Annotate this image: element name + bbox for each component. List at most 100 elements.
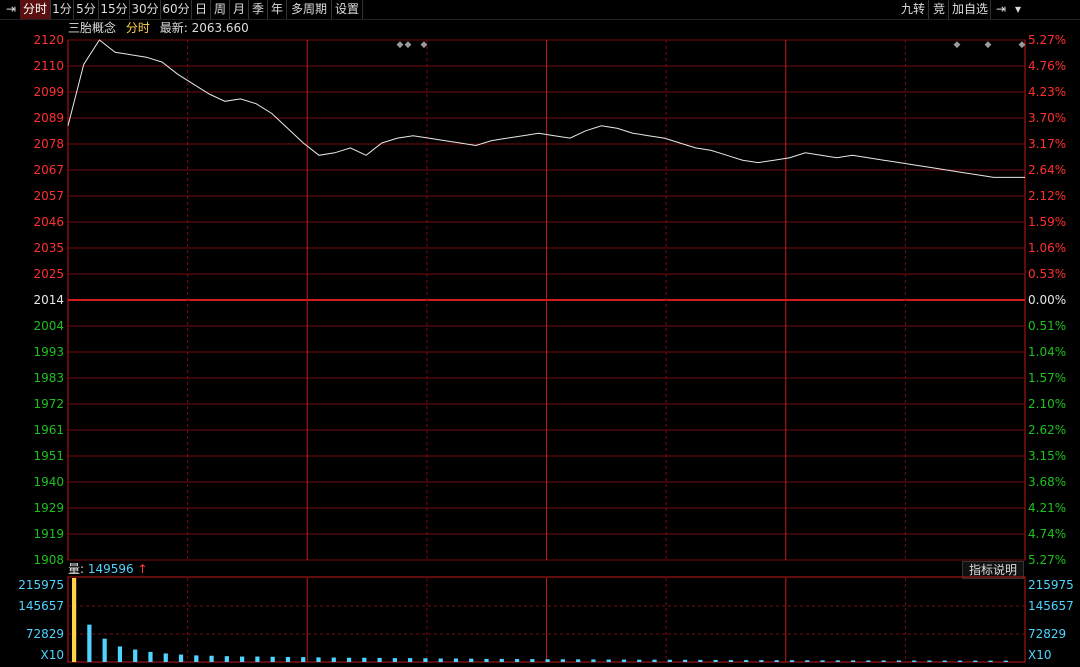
price-tick-17: 1940	[33, 475, 64, 489]
pct-tick-15: 2.62%	[1028, 423, 1067, 437]
price-tick-12: 1993	[33, 345, 64, 359]
volume-tick-left-0: 215975	[18, 578, 64, 592]
intraday-chart[interactable]: ◆ ◆ ◆ ◆ ◆ ◆	[0, 0, 1080, 667]
volume-bar-42	[713, 659, 718, 662]
pct-tick-6: 2.12%	[1028, 189, 1067, 203]
volume-bar-6	[163, 653, 168, 662]
volume-bar-51	[850, 660, 856, 662]
price-tick-5: 2067	[33, 163, 64, 177]
volume-bar-11	[240, 656, 245, 662]
volume-bar-59	[973, 660, 978, 662]
pct-tick-8: 1.06%	[1028, 241, 1067, 255]
volume-bar-26	[469, 658, 474, 662]
volume-bar-33	[576, 659, 581, 662]
price-tick-16: 1951	[33, 449, 64, 463]
volume-bar-23	[423, 658, 428, 662]
event-marker-b-1: ◆	[985, 40, 992, 50]
volume-bar-36	[621, 659, 627, 662]
pct-tick-1: 4.76%	[1028, 59, 1067, 73]
volume-bar-52	[866, 660, 871, 662]
volume-bar-46	[774, 660, 779, 662]
volume-bar-30	[530, 659, 535, 662]
price-tick-18: 1929	[33, 501, 64, 515]
volume-bar-37	[637, 659, 642, 662]
volume-bar-53	[881, 660, 886, 662]
volume-multiplier-left: X10	[40, 648, 65, 662]
price-tick-2: 2099	[33, 85, 64, 99]
pct-tick-4: 3.17%	[1028, 137, 1067, 151]
volume-bar-0	[72, 578, 77, 662]
price-tick-3: 2089	[33, 111, 64, 125]
event-marker-b-2: ◆	[1019, 40, 1026, 50]
volume-bar-43	[728, 660, 733, 662]
volume-bar-1	[87, 624, 92, 662]
volume-bar-28	[499, 658, 504, 662]
volume-bar-54	[896, 660, 902, 662]
volume-bar-8	[194, 655, 199, 662]
price-tick-19: 1919	[33, 527, 64, 541]
volume-tick-right-2: 72829	[1028, 627, 1067, 641]
event-marker-b-0: ◆	[954, 40, 961, 50]
volume-bar-21	[392, 658, 397, 662]
pct-tick-13: 1.57%	[1028, 371, 1067, 385]
volume-bar-44	[744, 660, 749, 662]
volume-bar-4	[133, 649, 138, 662]
volume-tick-right-1: 145657	[1028, 599, 1074, 613]
event-marker-0: ◆	[397, 40, 404, 50]
volume-bar-10	[224, 656, 229, 662]
volume-bar-27	[484, 658, 489, 662]
volume-bar-12	[255, 656, 260, 662]
pct-tick-11: 0.51%	[1028, 319, 1067, 333]
volume-tick-left-1: 145657	[18, 599, 64, 613]
volume-bar-40	[682, 659, 688, 662]
volume-bar-16	[316, 657, 321, 662]
volume-bar-29	[514, 659, 520, 662]
pct-tick-14: 2.10%	[1028, 397, 1067, 411]
volume-bar-45	[759, 660, 764, 662]
pct-tick-17: 3.68%	[1028, 475, 1067, 489]
volume-bar-3	[117, 646, 123, 662]
price-tick-11: 2004	[33, 319, 64, 333]
volume-bar-9	[209, 655, 214, 662]
volume-bar-35	[606, 659, 611, 662]
volume-bar-38	[652, 659, 657, 662]
pct-tick-18: 4.21%	[1028, 501, 1067, 515]
volume-bar-24	[438, 658, 443, 662]
volume-bar-50	[835, 660, 840, 662]
volume-bar-19	[362, 657, 367, 662]
volume-bar-18	[346, 657, 352, 662]
volume-bar-48	[805, 660, 810, 662]
pct-tick-12: 1.04%	[1028, 345, 1067, 359]
volume-bar-39	[667, 659, 672, 662]
pct-tick-5: 2.64%	[1028, 163, 1067, 177]
volume-bar-22	[408, 658, 413, 662]
pct-tick-3: 3.70%	[1028, 111, 1067, 125]
volume-bar-7	[178, 654, 184, 662]
price-tick-0: 2120	[33, 33, 64, 47]
event-marker-1: ◆	[405, 40, 412, 50]
pct-tick-9: 0.53%	[1028, 267, 1067, 281]
pct-tick-10: 0.00%	[1028, 293, 1067, 307]
volume-bar-56	[927, 660, 932, 662]
pct-tick-7: 1.59%	[1028, 215, 1067, 229]
price-tick-4: 2078	[33, 137, 64, 151]
price-tick-1: 2110	[33, 59, 64, 73]
volume-bar-31	[545, 659, 550, 662]
pct-tick-19: 4.74%	[1028, 527, 1067, 541]
price-tick-10: 2014	[33, 293, 64, 307]
pct-tick-2: 4.23%	[1028, 85, 1067, 99]
price-tick-15: 1961	[33, 423, 64, 437]
volume-bar-32	[560, 659, 565, 662]
price-tick-6: 2057	[33, 189, 64, 203]
price-tick-8: 2035	[33, 241, 64, 255]
price-tick-20: 1908	[33, 553, 64, 567]
volume-bar-55	[912, 660, 917, 662]
volume-bar-58	[957, 660, 963, 662]
price-tick-7: 2046	[33, 215, 64, 229]
event-marker-2: ◆	[421, 40, 428, 50]
volume-bar-25	[453, 658, 459, 662]
volume-tick-right-0: 215975	[1028, 578, 1074, 592]
volume-bar-47	[789, 660, 795, 662]
volume-bar-5	[148, 651, 153, 662]
volume-bar-60	[988, 660, 993, 662]
